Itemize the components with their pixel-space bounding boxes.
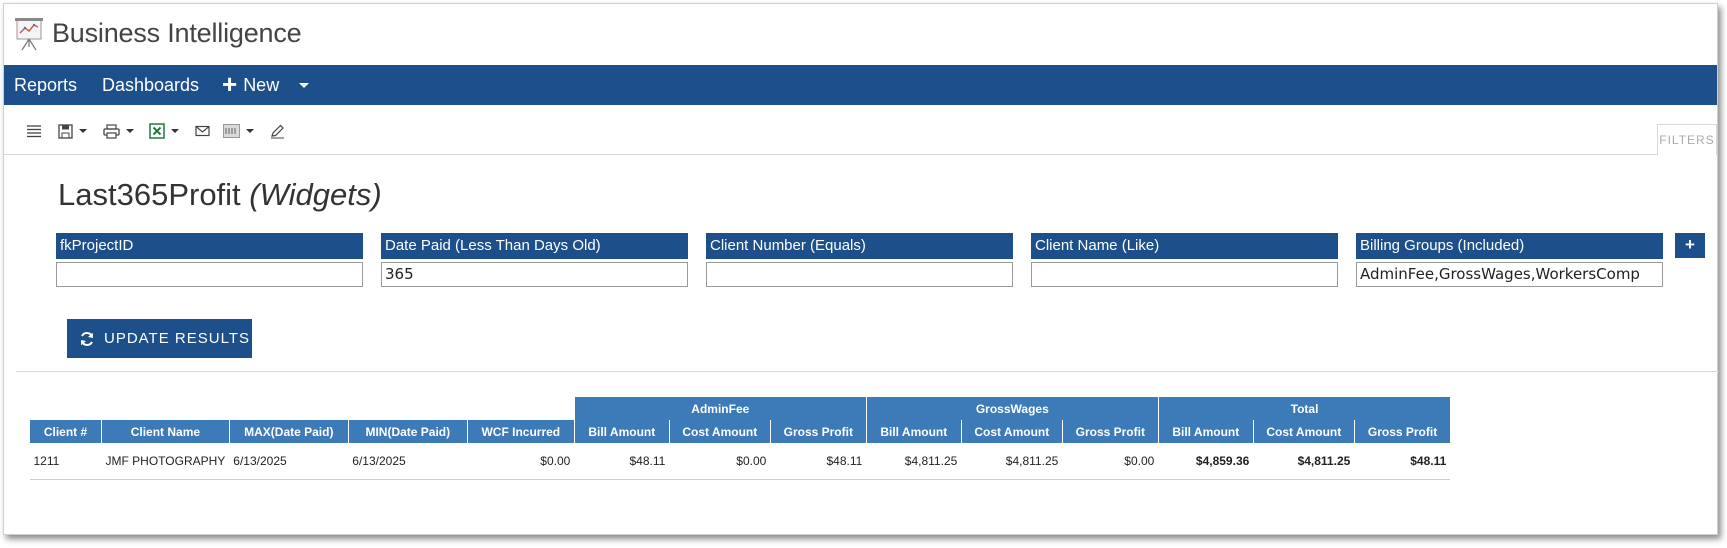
chevron-down-icon — [246, 129, 254, 133]
chevron-down-icon — [171, 129, 179, 133]
plus-icon: + — [222, 69, 238, 99]
filter-label: Client Name (Like) — [1031, 233, 1338, 259]
email-button[interactable] — [195, 121, 210, 141]
table-cell: $4,859.36 — [1158, 443, 1254, 480]
edit-button[interactable] — [270, 121, 285, 141]
table-cell: $48.11 — [574, 443, 670, 480]
filter-label: Date Paid (Less Than Days Old) — [381, 233, 688, 259]
hamburger-icon — [27, 125, 41, 138]
chevron-down-icon — [79, 129, 87, 133]
table-cell: $4,811.25 — [866, 443, 962, 480]
table-cell: 6/13/2025 — [348, 443, 468, 480]
number-format-button[interactable] — [223, 121, 254, 141]
update-results-button[interactable]: UPDATE RESULTS — [67, 319, 252, 358]
column-header[interactable]: Bill Amount — [865, 420, 962, 443]
filter-client-name: Client Name (Like) — [1031, 233, 1338, 287]
column-header[interactable]: Client # — [29, 420, 102, 443]
table-cell: $0.00 — [467, 443, 575, 480]
pencil-icon — [271, 124, 284, 138]
filter-project-id: fkProjectID — [56, 233, 363, 287]
table-row: 1211 JMF PHOTOGRAPHY 6/13/2025 6/13/2025… — [29, 443, 1451, 480]
client-number-input[interactable] — [706, 262, 1013, 287]
printer-icon — [103, 123, 120, 139]
table-cell: $4,811.25 — [961, 443, 1063, 480]
envelope-icon — [195, 125, 210, 137]
excel-icon — [149, 123, 165, 139]
table-cell: 6/13/2025 — [229, 443, 349, 480]
chevron-down-icon — [299, 82, 310, 88]
table-cell: $0.00 — [669, 443, 771, 480]
filter-label: Client Number (Equals) — [706, 233, 1013, 259]
report-name: Last365Profit — [58, 177, 241, 212]
column-header[interactable]: Bill Amount — [573, 420, 670, 443]
group-header-spacer — [29, 397, 575, 420]
column-header[interactable]: Client Name — [101, 420, 230, 443]
table-cell: $0.00 — [1062, 443, 1159, 480]
group-header-row: AdminFee GrossWages Total — [29, 397, 1451, 420]
column-header[interactable]: Bill Amount — [1157, 420, 1254, 443]
excel-export-button[interactable] — [149, 121, 179, 141]
update-results-label: UPDATE RESULTS — [104, 330, 250, 347]
group-header-total: Total — [1157, 397, 1451, 420]
date-paid-input[interactable]: 365 — [381, 262, 688, 287]
table-cell: 1211 — [29, 443, 102, 480]
client-name-input[interactable] — [1031, 262, 1338, 287]
nav-new-menu[interactable]: + New — [222, 65, 310, 105]
report-title: Last365Profit (Widgets) — [58, 177, 382, 213]
nav-reports[interactable]: Reports — [14, 65, 77, 105]
table-cell: $48.11 — [770, 443, 867, 480]
print-button[interactable] — [103, 121, 134, 141]
app-window: Business Intelligence Reports Dashboards… — [3, 3, 1719, 535]
nav-dashboards[interactable]: Dashboards — [102, 65, 199, 105]
column-header[interactable]: Cost Amount — [668, 420, 771, 443]
floppy-disk-icon — [58, 123, 73, 139]
group-header-grosswages: GrossWages — [865, 397, 1159, 420]
column-header[interactable]: MIN(Date Paid) — [347, 420, 468, 443]
filter-label: Billing Groups (Included) — [1356, 233, 1663, 259]
column-header[interactable]: Cost Amount — [960, 420, 1063, 443]
table-cell: $4,811.25 — [1253, 443, 1355, 480]
filter-date-paid: Date Paid (Less Than Days Old) 365 — [381, 233, 688, 287]
billing-groups-input[interactable]: AdminFee,GrossWages,WorkersComp — [1356, 262, 1663, 287]
refresh-icon — [81, 331, 93, 346]
table-cell: JMF PHOTOGRAPHY — [101, 443, 230, 480]
report-toolbar — [4, 105, 1659, 155]
number-format-icon — [223, 124, 240, 138]
column-header[interactable]: MAX(Date Paid) — [228, 420, 349, 443]
add-filter-button[interactable]: + — [1675, 233, 1705, 258]
chevron-down-icon — [126, 129, 134, 133]
title-bar: Business Intelligence — [4, 4, 1717, 64]
filter-client-number: Client Number (Equals) — [706, 233, 1013, 287]
column-header[interactable]: Gross Profit — [1353, 420, 1451, 443]
save-button[interactable] — [58, 121, 87, 141]
filters-tab[interactable]: FILTERS — [1657, 124, 1717, 155]
main-nav: Reports Dashboards + New — [4, 65, 1717, 105]
list-menu-button[interactable] — [26, 121, 42, 141]
report-subtitle: (Widgets) — [249, 177, 382, 212]
column-header[interactable]: Cost Amount — [1252, 420, 1355, 443]
section-divider — [16, 371, 1719, 372]
column-header[interactable]: WCF Incurred — [466, 420, 575, 443]
filter-billing-groups: Billing Groups (Included) AdminFee,Gross… — [1356, 233, 1663, 287]
results-table: AdminFee GrossWages Total Client # Clien… — [29, 397, 1451, 480]
app-title: Business Intelligence — [52, 18, 302, 48]
column-header[interactable]: Gross Profit — [1061, 420, 1159, 443]
presentation-board-icon — [14, 17, 44, 51]
project-id-input[interactable] — [56, 262, 363, 287]
table-cell: $48.11 — [1354, 443, 1451, 480]
nav-new-label: New — [243, 75, 280, 95]
filter-label: fkProjectID — [56, 233, 363, 259]
column-header[interactable]: Gross Profit — [769, 420, 867, 443]
group-header-adminfee: AdminFee — [573, 397, 867, 420]
column-header-row: Client # Client Name MAX(Date Paid) MIN(… — [29, 420, 1451, 443]
